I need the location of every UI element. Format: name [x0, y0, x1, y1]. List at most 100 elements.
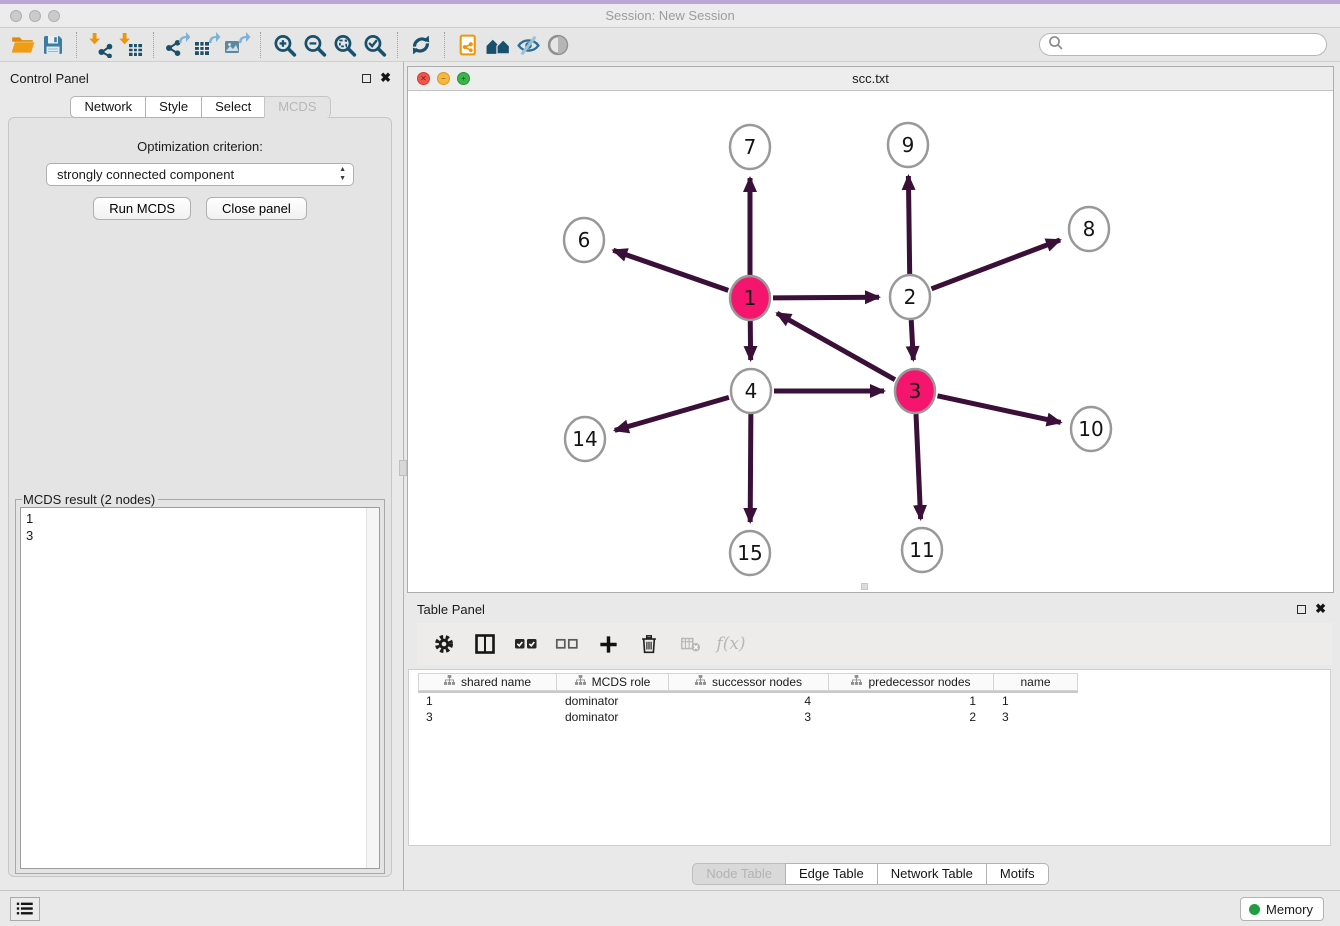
- toolbar-separator: [76, 32, 77, 58]
- cell-successor-nodes[interactable]: 3: [669, 709, 829, 725]
- houses-icon[interactable]: [483, 31, 513, 59]
- cell-successor-nodes[interactable]: 4: [669, 693, 829, 709]
- graph-node-label: 8: [1083, 217, 1096, 241]
- network-graph[interactable]: 1234678910111415: [408, 92, 1333, 593]
- table-row[interactable]: 1dominator411: [418, 693, 1330, 709]
- graph-node-label: 6: [578, 228, 591, 252]
- cell-name[interactable]: 1: [994, 693, 1078, 709]
- cell-mcds-role[interactable]: dominator: [557, 693, 669, 709]
- close-icon[interactable]: ✕: [417, 72, 430, 85]
- graph-edge-2-9[interactable]: [908, 176, 909, 274]
- minimize-icon[interactable]: [29, 10, 41, 22]
- zoom-selected-icon[interactable]: [359, 31, 389, 59]
- gear-icon[interactable]: [431, 631, 457, 657]
- mcds-result-lines: 13: [21, 508, 379, 544]
- float-panel-icon[interactable]: [1297, 605, 1306, 614]
- column-header-name[interactable]: name: [994, 673, 1078, 691]
- close-icon[interactable]: [10, 10, 22, 22]
- column-header-MCDS-role[interactable]: MCDS role: [557, 673, 669, 691]
- refresh-icon[interactable]: [406, 31, 436, 59]
- float-panel-icon[interactable]: [362, 74, 371, 83]
- cell-predecessor-nodes[interactable]: 1: [829, 693, 994, 709]
- dropdown-stepper-icon: ▲▼: [339, 165, 346, 183]
- table-panel: Table Panel ✖ f(x) shared nameMCDS roles…: [407, 595, 1334, 890]
- graph-edge-4-14[interactable]: [615, 397, 729, 430]
- tab-motifs[interactable]: Motifs: [986, 863, 1049, 885]
- search-input[interactable]: [1063, 36, 1326, 53]
- node-table[interactable]: shared nameMCDS rolesuccessor nodesprede…: [408, 669, 1331, 846]
- duplicate-network-icon[interactable]: [453, 31, 483, 59]
- trash-icon[interactable]: [636, 631, 662, 657]
- search-box[interactable]: [1039, 33, 1327, 56]
- tab-edge-table[interactable]: Edge Table: [785, 863, 878, 885]
- zoom-icon[interactable]: [48, 10, 60, 22]
- mcds-result-title: MCDS result (2 nodes): [22, 492, 158, 507]
- import-network-icon[interactable]: [85, 31, 115, 59]
- mcds-result-item[interactable]: 1: [21, 508, 379, 527]
- cell-predecessor-nodes[interactable]: 2: [829, 709, 994, 725]
- tree-icon: [575, 675, 586, 689]
- graph-edge-2-3[interactable]: [911, 320, 913, 360]
- mcds-result-list[interactable]: 13: [20, 507, 380, 869]
- graph-edge-1-2[interactable]: [773, 297, 879, 298]
- zoom-out-icon[interactable]: [299, 31, 329, 59]
- network-window-titlebar[interactable]: ✕ − + scc.txt: [408, 67, 1333, 91]
- cell-name[interactable]: 3: [994, 709, 1078, 725]
- tree-icon: [851, 675, 862, 689]
- deselect-all-checkbox-icon[interactable]: [554, 631, 580, 657]
- network-file-title: scc.txt: [408, 67, 1333, 90]
- memory-button[interactable]: Memory: [1240, 897, 1324, 921]
- cell-shared-name[interactable]: 1: [418, 693, 557, 709]
- column-header-shared-name[interactable]: shared name: [418, 673, 557, 691]
- zoom-in-icon[interactable]: [269, 31, 299, 59]
- folder-open-icon[interactable]: [8, 31, 38, 59]
- cell-shared-name[interactable]: 3: [418, 709, 557, 725]
- save-icon[interactable]: [38, 31, 68, 59]
- criterion-dropdown[interactable]: strongly connected component ▲▼: [46, 163, 354, 186]
- mcds-result-item[interactable]: 3: [21, 527, 379, 544]
- scrollbar[interactable]: [366, 508, 379, 868]
- close-icon[interactable]: ✖: [380, 73, 391, 83]
- network-canvas[interactable]: 1234678910111415: [408, 92, 1333, 592]
- minimize-icon[interactable]: −: [437, 72, 450, 85]
- import-table-icon[interactable]: [115, 31, 145, 59]
- eye-slash-icon[interactable]: [513, 31, 543, 59]
- splitter-handle[interactable]: [399, 460, 407, 476]
- tab-select[interactable]: Select: [201, 96, 265, 118]
- canvas-resize-handle[interactable]: [861, 583, 868, 590]
- column-header-predecessor-nodes[interactable]: predecessor nodes: [829, 673, 994, 691]
- column-header-successor-nodes[interactable]: successor nodes: [669, 673, 829, 691]
- graph-node-label: 11: [909, 538, 934, 562]
- list-icon[interactable]: [10, 897, 40, 921]
- application-window: Session: New Session Control Panel: [0, 0, 1340, 926]
- close-panel-button[interactable]: Close panel: [206, 197, 307, 220]
- tab-network-table[interactable]: Network Table: [877, 863, 987, 885]
- green-dot-icon: [1249, 904, 1260, 915]
- graph-edge-1-6[interactable]: [613, 250, 728, 290]
- graph-edge-3-11[interactable]: [916, 414, 921, 519]
- export-network-icon[interactable]: [162, 31, 192, 59]
- tab-style[interactable]: Style: [145, 96, 202, 118]
- half-circle-icon[interactable]: [543, 31, 573, 59]
- table-panel-title: Table Panel: [417, 602, 485, 617]
- graph-edge-2-8[interactable]: [932, 240, 1061, 289]
- close-icon[interactable]: ✖: [1315, 604, 1326, 614]
- zoom-icon[interactable]: +: [457, 72, 470, 85]
- magnifier-icon: [1048, 35, 1063, 55]
- export-image-icon[interactable]: [222, 31, 252, 59]
- select-all-checkbox-icon[interactable]: [513, 631, 539, 657]
- tab-node-table[interactable]: Node Table: [692, 863, 786, 885]
- table-row[interactable]: 3dominator323: [418, 709, 1330, 725]
- add-icon[interactable]: [595, 631, 621, 657]
- column-header-label: name: [1020, 675, 1050, 689]
- graph-edge-4-15[interactable]: [750, 414, 751, 522]
- graph-edge-3-10[interactable]: [937, 396, 1060, 423]
- tab-mcds[interactable]: MCDS: [264, 96, 330, 118]
- export-table-icon[interactable]: [192, 31, 222, 59]
- columns-icon[interactable]: [472, 631, 498, 657]
- run-mcds-button[interactable]: Run MCDS: [93, 197, 191, 220]
- graph-edge-3-1[interactable]: [777, 313, 895, 379]
- zoom-fit-icon[interactable]: [329, 31, 359, 59]
- tab-network[interactable]: Network: [70, 96, 146, 118]
- cell-mcds-role[interactable]: dominator: [557, 709, 669, 725]
